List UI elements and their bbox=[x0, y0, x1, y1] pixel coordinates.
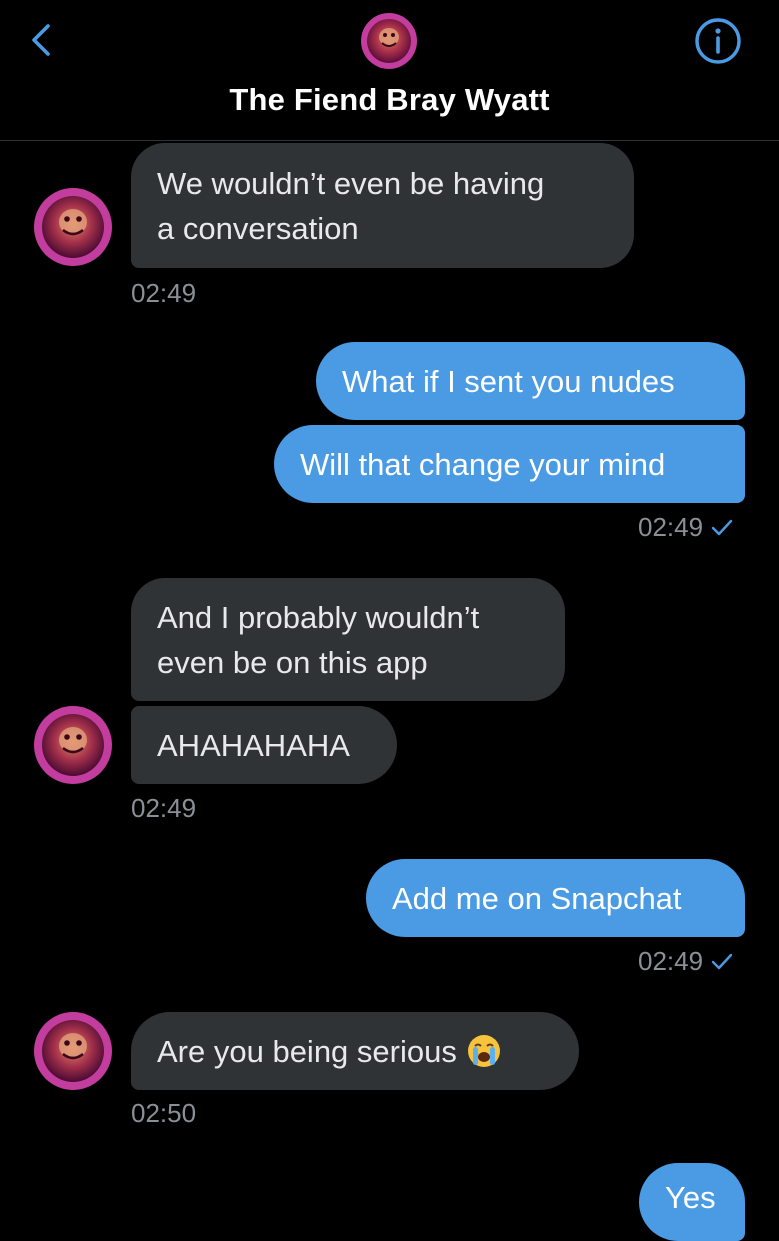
message-timestamp: 02:49 bbox=[638, 512, 733, 543]
message-timestamp: 02:49 bbox=[131, 278, 197, 308]
sent-check-icon bbox=[711, 519, 733, 535]
sent-check-icon bbox=[711, 953, 733, 969]
loudly-crying-face-icon bbox=[467, 1035, 500, 1067]
message-text: Add me on Snapchat bbox=[392, 880, 682, 916]
message-timestamp: 02:50 bbox=[131, 1098, 197, 1128]
chevron-left-icon[interactable] bbox=[22, 20, 62, 60]
sender-avatar[interactable] bbox=[34, 1012, 112, 1090]
message-text: Yes bbox=[665, 1180, 716, 1215]
message-bubble-incoming[interactable]: We wouldn’t even be having a conversatio… bbox=[131, 143, 634, 268]
message-bubble-incoming[interactable]: And I probably wouldn’t even be on this … bbox=[131, 578, 565, 701]
sender-avatar[interactable] bbox=[34, 188, 112, 266]
message-text: even be on this app bbox=[157, 644, 428, 680]
message-text: AHAHAHAHA bbox=[157, 727, 350, 763]
message-bubble-outgoing[interactable]: Will that change your mind bbox=[274, 425, 745, 503]
message-bubble-outgoing[interactable]: Yes bbox=[639, 1163, 745, 1241]
message-timestamp: 02:49 bbox=[131, 793, 197, 823]
message-text: Will that change your mind bbox=[300, 446, 666, 482]
message-text: What if I sent you nudes bbox=[342, 363, 675, 399]
info-icon[interactable] bbox=[694, 17, 742, 65]
message-bubble-outgoing[interactable]: What if I sent you nudes bbox=[316, 342, 745, 420]
sender-avatar[interactable] bbox=[34, 706, 112, 784]
message-bubble-outgoing[interactable]: Add me on Snapchat bbox=[366, 859, 745, 937]
conversation-header: The Fiend Bray Wyatt bbox=[0, 0, 779, 141]
message-bubble-incoming[interactable]: Are you being serious bbox=[131, 1012, 579, 1090]
message-text: And I probably wouldn’t bbox=[157, 599, 480, 635]
header-avatar[interactable] bbox=[361, 13, 417, 69]
message-text: a conversation bbox=[157, 210, 359, 246]
conversation-title: The Fiend Bray Wyatt bbox=[229, 82, 550, 117]
message-bubble-incoming[interactable]: AHAHAHAHA bbox=[131, 706, 397, 784]
message-text: We wouldn’t even be having bbox=[157, 165, 545, 201]
message-timestamp: 02:49 bbox=[638, 946, 733, 977]
message-text: Are you being serious bbox=[157, 1033, 457, 1069]
